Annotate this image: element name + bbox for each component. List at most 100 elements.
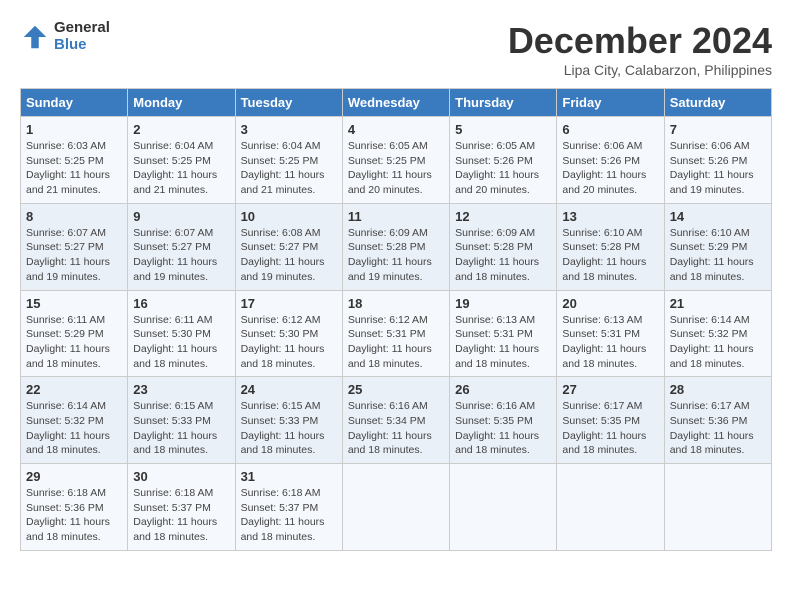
- day-cell: 29 Sunrise: 6:18 AM Sunset: 5:36 PM Dayl…: [21, 464, 128, 551]
- day-detail: Sunrise: 6:06 AM Sunset: 5:26 PM Dayligh…: [670, 139, 766, 198]
- day-number: 25: [348, 382, 444, 397]
- day-detail: Sunrise: 6:08 AM Sunset: 5:27 PM Dayligh…: [241, 226, 337, 285]
- day-cell: 11 Sunrise: 6:09 AM Sunset: 5:28 PM Dayl…: [342, 203, 449, 290]
- header-cell-saturday: Saturday: [664, 89, 771, 117]
- day-detail: Sunrise: 6:07 AM Sunset: 5:27 PM Dayligh…: [133, 226, 229, 285]
- day-number: 19: [455, 296, 551, 311]
- header-cell-friday: Friday: [557, 89, 664, 117]
- header-cell-sunday: Sunday: [21, 89, 128, 117]
- day-detail: Sunrise: 6:10 AM Sunset: 5:29 PM Dayligh…: [670, 226, 766, 285]
- day-cell: 26 Sunrise: 6:16 AM Sunset: 5:35 PM Dayl…: [450, 377, 557, 464]
- day-detail: Sunrise: 6:12 AM Sunset: 5:30 PM Dayligh…: [241, 313, 337, 372]
- day-number: 20: [562, 296, 658, 311]
- day-cell: 12 Sunrise: 6:09 AM Sunset: 5:28 PM Dayl…: [450, 203, 557, 290]
- day-cell: 30 Sunrise: 6:18 AM Sunset: 5:37 PM Dayl…: [128, 464, 235, 551]
- day-detail: Sunrise: 6:05 AM Sunset: 5:25 PM Dayligh…: [348, 139, 444, 198]
- day-detail: Sunrise: 6:09 AM Sunset: 5:28 PM Dayligh…: [348, 226, 444, 285]
- day-cell: 9 Sunrise: 6:07 AM Sunset: 5:27 PM Dayli…: [128, 203, 235, 290]
- day-detail: Sunrise: 6:10 AM Sunset: 5:28 PM Dayligh…: [562, 226, 658, 285]
- day-number: 12: [455, 209, 551, 224]
- day-cell: 24 Sunrise: 6:15 AM Sunset: 5:33 PM Dayl…: [235, 377, 342, 464]
- day-cell: 14 Sunrise: 6:10 AM Sunset: 5:29 PM Dayl…: [664, 203, 771, 290]
- day-number: 7: [670, 122, 766, 137]
- day-cell: 17 Sunrise: 6:12 AM Sunset: 5:30 PM Dayl…: [235, 290, 342, 377]
- day-detail: Sunrise: 6:03 AM Sunset: 5:25 PM Dayligh…: [26, 139, 122, 198]
- day-detail: Sunrise: 6:17 AM Sunset: 5:35 PM Dayligh…: [562, 399, 658, 458]
- day-number: 6: [562, 122, 658, 137]
- day-detail: Sunrise: 6:15 AM Sunset: 5:33 PM Dayligh…: [133, 399, 229, 458]
- day-number: 15: [26, 296, 122, 311]
- day-cell: 23 Sunrise: 6:15 AM Sunset: 5:33 PM Dayl…: [128, 377, 235, 464]
- day-cell: 3 Sunrise: 6:04 AM Sunset: 5:25 PM Dayli…: [235, 117, 342, 204]
- day-cell: 2 Sunrise: 6:04 AM Sunset: 5:25 PM Dayli…: [128, 117, 235, 204]
- day-detail: Sunrise: 6:14 AM Sunset: 5:32 PM Dayligh…: [670, 313, 766, 372]
- day-number: 16: [133, 296, 229, 311]
- day-number: 13: [562, 209, 658, 224]
- day-cell: 27 Sunrise: 6:17 AM Sunset: 5:35 PM Dayl…: [557, 377, 664, 464]
- day-detail: Sunrise: 6:06 AM Sunset: 5:26 PM Dayligh…: [562, 139, 658, 198]
- day-cell: 22 Sunrise: 6:14 AM Sunset: 5:32 PM Dayl…: [21, 377, 128, 464]
- title-area: December 2024 Lipa City, Calabarzon, Phi…: [508, 20, 772, 78]
- day-number: 31: [241, 469, 337, 484]
- day-number: 26: [455, 382, 551, 397]
- day-number: 28: [670, 382, 766, 397]
- header-cell-monday: Monday: [128, 89, 235, 117]
- day-cell: [557, 464, 664, 551]
- day-number: 24: [241, 382, 337, 397]
- day-cell: 7 Sunrise: 6:06 AM Sunset: 5:26 PM Dayli…: [664, 117, 771, 204]
- day-cell: [342, 464, 449, 551]
- day-detail: Sunrise: 6:04 AM Sunset: 5:25 PM Dayligh…: [241, 139, 337, 198]
- day-cell: 16 Sunrise: 6:11 AM Sunset: 5:30 PM Dayl…: [128, 290, 235, 377]
- month-title: December 2024: [508, 20, 772, 62]
- day-cell: 13 Sunrise: 6:10 AM Sunset: 5:28 PM Dayl…: [557, 203, 664, 290]
- day-cell: 5 Sunrise: 6:05 AM Sunset: 5:26 PM Dayli…: [450, 117, 557, 204]
- day-number: 5: [455, 122, 551, 137]
- day-number: 18: [348, 296, 444, 311]
- day-detail: Sunrise: 6:05 AM Sunset: 5:26 PM Dayligh…: [455, 139, 551, 198]
- day-cell: 21 Sunrise: 6:14 AM Sunset: 5:32 PM Dayl…: [664, 290, 771, 377]
- day-detail: Sunrise: 6:16 AM Sunset: 5:35 PM Dayligh…: [455, 399, 551, 458]
- day-number: 11: [348, 209, 444, 224]
- day-number: 9: [133, 209, 229, 224]
- day-detail: Sunrise: 6:18 AM Sunset: 5:37 PM Dayligh…: [133, 486, 229, 545]
- day-detail: Sunrise: 6:11 AM Sunset: 5:29 PM Dayligh…: [26, 313, 122, 372]
- day-cell: [450, 464, 557, 551]
- day-detail: Sunrise: 6:04 AM Sunset: 5:25 PM Dayligh…: [133, 139, 229, 198]
- day-cell: 25 Sunrise: 6:16 AM Sunset: 5:34 PM Dayl…: [342, 377, 449, 464]
- day-cell: 20 Sunrise: 6:13 AM Sunset: 5:31 PM Dayl…: [557, 290, 664, 377]
- header-cell-wednesday: Wednesday: [342, 89, 449, 117]
- day-cell: 10 Sunrise: 6:08 AM Sunset: 5:27 PM Dayl…: [235, 203, 342, 290]
- day-number: 10: [241, 209, 337, 224]
- header: General Blue December 2024 Lipa City, Ca…: [20, 20, 772, 78]
- day-cell: [664, 464, 771, 551]
- location-title: Lipa City, Calabarzon, Philippines: [508, 62, 772, 78]
- day-cell: 15 Sunrise: 6:11 AM Sunset: 5:29 PM Dayl…: [21, 290, 128, 377]
- logo-icon: [20, 22, 50, 52]
- day-number: 14: [670, 209, 766, 224]
- day-cell: 18 Sunrise: 6:12 AM Sunset: 5:31 PM Dayl…: [342, 290, 449, 377]
- day-detail: Sunrise: 6:09 AM Sunset: 5:28 PM Dayligh…: [455, 226, 551, 285]
- logo-blue: Blue: [54, 37, 110, 54]
- header-cell-tuesday: Tuesday: [235, 89, 342, 117]
- day-detail: Sunrise: 6:13 AM Sunset: 5:31 PM Dayligh…: [562, 313, 658, 372]
- day-number: 23: [133, 382, 229, 397]
- day-detail: Sunrise: 6:07 AM Sunset: 5:27 PM Dayligh…: [26, 226, 122, 285]
- day-number: 4: [348, 122, 444, 137]
- logo-general: General: [54, 20, 110, 37]
- day-cell: 1 Sunrise: 6:03 AM Sunset: 5:25 PM Dayli…: [21, 117, 128, 204]
- day-detail: Sunrise: 6:13 AM Sunset: 5:31 PM Dayligh…: [455, 313, 551, 372]
- day-detail: Sunrise: 6:18 AM Sunset: 5:36 PM Dayligh…: [26, 486, 122, 545]
- day-number: 30: [133, 469, 229, 484]
- day-number: 1: [26, 122, 122, 137]
- day-number: 29: [26, 469, 122, 484]
- day-detail: Sunrise: 6:15 AM Sunset: 5:33 PM Dayligh…: [241, 399, 337, 458]
- day-number: 3: [241, 122, 337, 137]
- day-cell: 6 Sunrise: 6:06 AM Sunset: 5:26 PM Dayli…: [557, 117, 664, 204]
- day-detail: Sunrise: 6:18 AM Sunset: 5:37 PM Dayligh…: [241, 486, 337, 545]
- week-row-4: 22 Sunrise: 6:14 AM Sunset: 5:32 PM Dayl…: [21, 377, 772, 464]
- logo: General Blue: [20, 20, 110, 53]
- day-detail: Sunrise: 6:16 AM Sunset: 5:34 PM Dayligh…: [348, 399, 444, 458]
- day-number: 17: [241, 296, 337, 311]
- day-detail: Sunrise: 6:14 AM Sunset: 5:32 PM Dayligh…: [26, 399, 122, 458]
- day-number: 21: [670, 296, 766, 311]
